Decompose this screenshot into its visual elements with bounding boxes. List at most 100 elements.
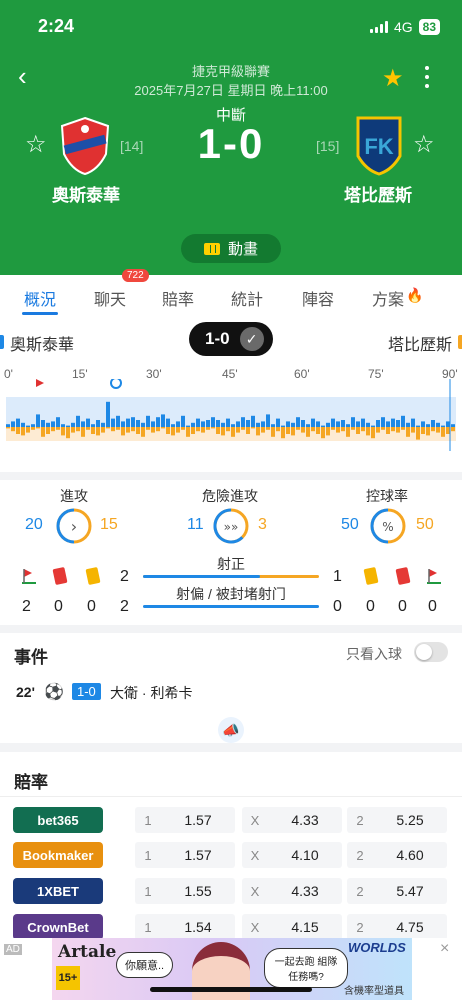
home-pressure-bar	[451, 424, 455, 427]
odds-cell-home[interactable]: 1 1.54	[135, 914, 235, 940]
odds-cell-draw[interactable]: X 4.15	[242, 914, 342, 940]
home-pressure-bar	[306, 424, 310, 427]
away-pressure-bar	[416, 427, 420, 440]
odds-cell-away[interactable]: 2 5.47	[347, 878, 447, 904]
more-options-icon[interactable]	[420, 64, 434, 90]
away-pressure-bar	[16, 427, 20, 434]
tab-bar: 概況 聊天 722 賠率 統計 陣容 方案 🔥	[0, 269, 462, 317]
possession-label: 控球率	[366, 488, 408, 504]
away-pressure-bar	[176, 427, 180, 433]
animation-icon	[203, 242, 220, 255]
away-pressure-bar	[196, 427, 200, 432]
home-pressure-bar	[366, 422, 370, 427]
bookmaker-0[interactable]: bet365	[13, 807, 103, 833]
home-pressure-bar	[446, 421, 450, 427]
odds-value: 4.15	[291, 919, 319, 935]
home-pressure-bar	[316, 421, 320, 427]
bookmaker-2[interactable]: 1XBET	[13, 878, 103, 904]
odds-key: 1	[144, 812, 152, 828]
away-pressure-bar	[206, 427, 210, 430]
away-pressure-bar	[106, 427, 110, 429]
home-pressure-bar	[381, 417, 385, 427]
odds-cell-draw[interactable]: X 4.33	[242, 807, 342, 833]
home-indicator[interactable]	[150, 987, 312, 992]
away-pressure-bar	[136, 427, 140, 434]
home-pressure-bar	[181, 415, 185, 427]
close-icon[interactable]: ×	[440, 940, 449, 958]
signal-icon	[369, 21, 388, 33]
odds-key: 1	[144, 919, 152, 935]
odds-panel: 賠率 bet365 1 1.57 X 4.33 2 5.25 Bookmaker 1 1.57 X 4…	[0, 752, 462, 940]
away-pressure-bar	[326, 427, 330, 436]
home-pressure-bar	[406, 422, 410, 427]
home-pressure-bar	[196, 418, 200, 427]
odds-cell-away[interactable]: 2 4.75	[347, 914, 447, 940]
follow-away-star-icon[interactable]: ☆	[413, 130, 435, 159]
tab-odds[interactable]: 賠率	[162, 286, 194, 310]
home-pressure-bar	[221, 422, 225, 427]
event-player[interactable]: 大衛 · 利希卡	[110, 683, 192, 703]
odds-cell-away[interactable]: 2 4.60	[347, 842, 447, 868]
odds-cell-draw[interactable]: X 4.10	[242, 842, 342, 868]
odds-value: 4.60	[396, 847, 424, 863]
home-pressure-bar	[396, 420, 400, 427]
home-pressure-bar	[286, 421, 290, 427]
odds-cell-home[interactable]: 1 1.57	[135, 807, 235, 833]
status-time: 2:24	[38, 16, 75, 36]
tab-plans[interactable]: 方案	[372, 286, 404, 310]
away-pressure-bar	[86, 427, 90, 430]
home-pressure-bar	[261, 421, 265, 427]
away-team-crest-icon: FK	[356, 116, 402, 176]
home-pressure-bar	[91, 424, 95, 427]
away-pressure-bar	[111, 427, 115, 432]
home-pressure-bar	[246, 420, 250, 427]
away-pressure-bar	[341, 427, 345, 432]
home-pressure-bar	[96, 420, 100, 427]
home-pressure-bar	[251, 415, 255, 427]
away-pressure-bar	[451, 427, 455, 432]
tab-stats[interactable]: 統計	[231, 286, 263, 310]
away-pressure-bar	[151, 427, 155, 433]
odds-key: 2	[356, 883, 364, 899]
tab-chat[interactable]: 聊天	[94, 286, 126, 310]
away-pressure-bar	[171, 427, 175, 436]
odds-cell-draw[interactable]: X 4.33	[242, 878, 342, 904]
only-goals-toggle[interactable]	[414, 642, 448, 662]
pressure-chart	[6, 379, 456, 451]
bookmaker-3[interactable]: CrownBet	[13, 914, 103, 940]
dangerous-away-value: 3	[258, 516, 267, 533]
animation-button[interactable]: 動畫	[181, 234, 281, 263]
shots-off-away: 0	[333, 598, 342, 615]
away-pressure-bar	[66, 427, 70, 439]
odds-cell-home[interactable]: 1 1.55	[135, 878, 235, 904]
home-pressure-bar	[11, 421, 15, 427]
event-minute: 22'	[16, 684, 35, 700]
possession-away-value: 50	[416, 516, 434, 533]
timeline-home-name: 奧斯泰華	[0, 331, 74, 355]
away-pressure-bar	[211, 427, 215, 429]
odds-cell-away[interactable]: 2 5.25	[347, 807, 447, 833]
home-pressure-bar	[346, 424, 350, 427]
home-pressure-bar	[31, 424, 35, 427]
home-pressure-bar	[191, 422, 195, 427]
odds-value: 1.55	[184, 883, 212, 899]
away-pressure-bar	[91, 427, 95, 434]
ad-bubble-right: 一起去跑 組隊任務嗎?	[264, 948, 348, 988]
bookmaker-1[interactable]: Bookmaker	[13, 842, 103, 868]
status-indicators: 4G 83	[369, 19, 440, 35]
away-pressure-bar	[71, 427, 75, 433]
odds-key: 1	[144, 883, 152, 899]
away-pressure-bar	[371, 427, 375, 439]
home-pressure-bar	[206, 420, 210, 427]
home-pressure-bar	[121, 421, 125, 427]
tab-overview[interactable]: 概況	[24, 286, 56, 310]
home-pressure-bar	[326, 422, 330, 427]
odds-value: 4.75	[396, 919, 424, 935]
tab-lineups[interactable]: 陣容	[302, 286, 334, 310]
home-pressure-bar	[356, 421, 360, 427]
favorite-star-icon[interactable]: ★	[382, 64, 404, 93]
away-yellow-cards: 0	[366, 598, 375, 615]
odds-cell-home[interactable]: 1 1.57	[135, 842, 235, 868]
home-pressure-bar	[141, 422, 145, 427]
away-pressure-bar	[26, 427, 30, 433]
